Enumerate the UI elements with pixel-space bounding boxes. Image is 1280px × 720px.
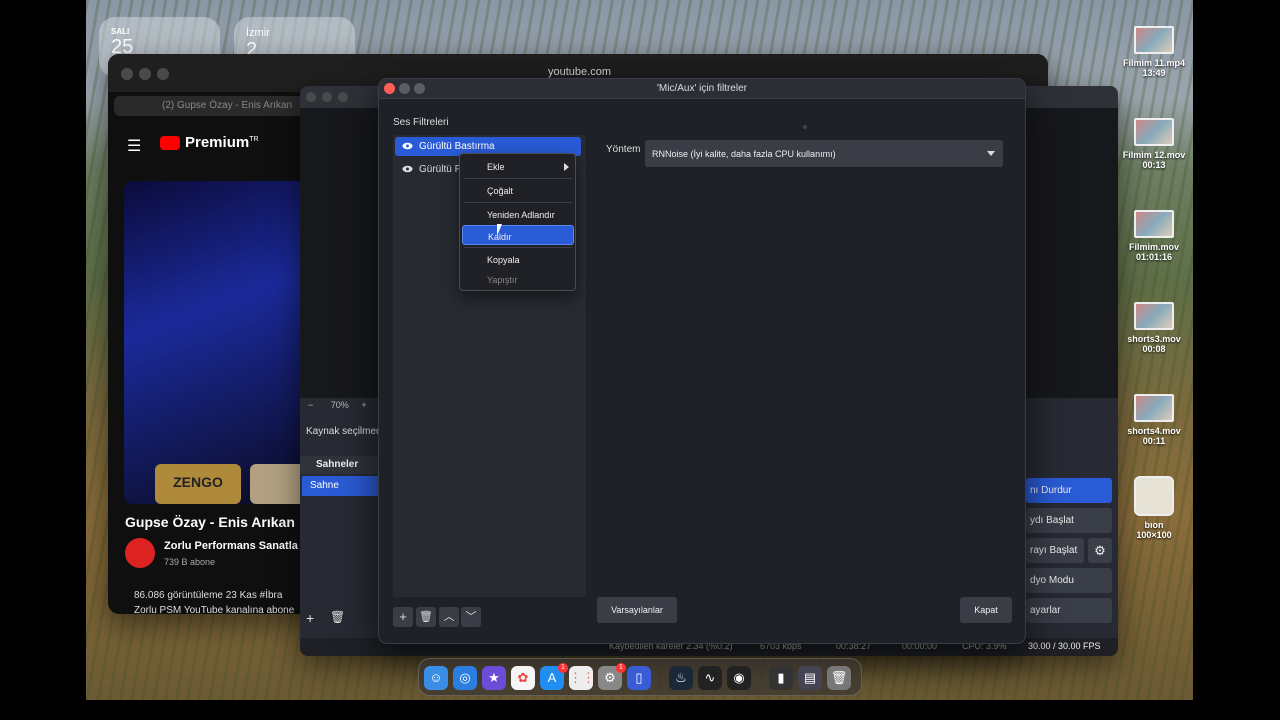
video-file-icon (1134, 394, 1174, 422)
obs-close-dot[interactable] (306, 92, 316, 102)
steam-icon[interactable]: ♨ (669, 666, 693, 690)
studio-mode-button[interactable]: dyo Modu (1026, 568, 1112, 593)
start-recording-button[interactable]: ydı Başlat (1026, 508, 1112, 533)
finder-icon[interactable]: ☺ (424, 666, 448, 690)
dock: ☺ ◎ ★ ✿ A1 ⋮⋮ ⚙ 1 ▯ ♨ ∿ ◉ ▮ ▤ 🗑 (418, 658, 862, 696)
filter-name: Gürültü F (419, 164, 461, 175)
method-value: RNNoise (İyi kalite, daha fazla CPU kull… (652, 149, 836, 159)
defaults-button[interactable]: Varsayılanlar (597, 597, 677, 623)
audio-app-icon[interactable]: ∿ (698, 666, 722, 690)
photos-icon[interactable]: ✿ (511, 666, 535, 690)
calendar-day: SALI (111, 27, 130, 36)
menu-item-rename[interactable]: Yeniden Adlandır (462, 204, 574, 224)
view-count: 86.086 görüntüleme 23 Kas #İbra (134, 590, 283, 601)
gear-icon[interactable]: ⚙ (1088, 538, 1112, 563)
video-title: Gupse Özay - Enis Arıkan (125, 514, 295, 530)
settings-icon[interactable]: ⚙ 1 (598, 663, 626, 690)
video-description[interactable]: Zorlu PSM YouTube kanalına abone (134, 605, 294, 614)
zoom-level: 70% (330, 400, 349, 410)
video-player[interactable] (124, 181, 314, 504)
browser-zoom-dot[interactable] (157, 68, 169, 80)
method-select[interactable]: RNNoise (İyi kalite, daha fazla CPU kull… (645, 140, 1003, 167)
menu-separator (464, 178, 572, 179)
filter-name: Gürültü Bastırma (419, 141, 495, 152)
settings-button[interactable]: ayarlar (1026, 598, 1112, 623)
scene-item[interactable]: Sahne (302, 476, 378, 496)
zoom-in-button[interactable]: + (361, 400, 366, 410)
downloads-icon[interactable]: ▤ (798, 666, 822, 690)
apps-grid-icon[interactable]: ⋮⋮ (569, 666, 595, 690)
audio-filters-label: Ses Filtreleri (393, 117, 449, 128)
youtube-logo-icon[interactable] (160, 136, 180, 150)
trash-icon[interactable]: 🗑 (827, 666, 851, 690)
desktop-file[interactable]: Filmim.mov 01:01:16 (1118, 210, 1190, 262)
eye-icon[interactable] (402, 142, 413, 150)
channel-name[interactable]: Zorlu Performans Sanatla (164, 540, 298, 552)
add-filter-button[interactable]: + (393, 607, 413, 627)
notification-badge: 1 (558, 663, 568, 673)
browser-close-dot[interactable] (121, 68, 133, 80)
menu-item-duplicate[interactable]: Çoğalt (462, 180, 574, 200)
obs-zoom-dot[interactable] (338, 92, 348, 102)
chevron-right-icon (564, 163, 569, 171)
app-store-icon[interactable]: A1 (540, 663, 568, 690)
menu-item-paste: Yapıştır (487, 275, 518, 285)
safari-icon[interactable]: ◎ (453, 666, 477, 690)
desktop-file[interactable]: shorts4.mov 00:11 (1118, 394, 1190, 446)
menu-separator (464, 247, 572, 248)
menu-item-remove[interactable]: Kaldır (462, 225, 574, 245)
source-bar: Kaynak seçilmedi (306, 426, 384, 437)
phone-mirror-icon[interactable]: ▮ (769, 666, 793, 690)
youtube-brand[interactable]: PremiumTR (185, 134, 259, 151)
add-scene-button[interactable]: + (306, 610, 314, 626)
url-bar[interactable]: youtube.com (548, 66, 611, 78)
method-label: Yöntem (606, 144, 641, 155)
browser-tab[interactable]: (2) Gupse Özay - Enis Arıkan (114, 96, 314, 116)
video-file-icon (1134, 26, 1174, 54)
related-thumbnail[interactable]: ZENGO (155, 464, 241, 504)
chevron-down-icon (987, 151, 995, 156)
notification-badge: 1 (616, 663, 626, 673)
move-down-icon[interactable]: ﹀ (461, 607, 481, 627)
zoom-control[interactable]: − 70% + (308, 400, 367, 410)
remove-scene-icon[interactable]: 🗑 (330, 610, 345, 624)
move-up-icon[interactable]: ︿ (439, 607, 459, 627)
desktop-file[interactable]: Filmim 11.mp4 13:49 (1118, 26, 1190, 78)
dialog-title: 'Mic/Aux' için filtreler (657, 83, 747, 94)
zoom-out-button[interactable]: − (308, 400, 313, 410)
channel-avatar[interactable] (125, 538, 155, 568)
menu-separator (464, 202, 572, 203)
virtual-camera-button[interactable]: rayı Başlat (1026, 538, 1084, 563)
browser-min-dot[interactable] (139, 68, 151, 80)
obs-min-dot[interactable] (322, 92, 332, 102)
desktop-file[interactable]: Filmim 12.mov 00:13 (1118, 118, 1190, 170)
video-file-icon (1134, 302, 1174, 330)
launchpad-icon[interactable]: ★ (482, 666, 506, 690)
notes-app-icon[interactable]: ▯ (627, 666, 651, 690)
subscriber-count: 739 B abone (164, 557, 216, 567)
video-file-icon (1134, 118, 1174, 146)
video-file-icon (1134, 210, 1174, 238)
fps: 30.00 / 30.00 FPS (1028, 641, 1101, 651)
image-file-icon (1134, 476, 1174, 516)
stop-stream-button[interactable]: nı Durdur (1026, 478, 1112, 503)
context-menu: Ekle Çoğalt Yeniden Adlandır Kaldır Kopy… (459, 153, 576, 291)
menu-icon[interactable]: ☰ (127, 136, 141, 156)
mouse-cursor (497, 224, 507, 236)
divider-dot (803, 125, 807, 129)
menu-item-add[interactable]: Ekle (462, 156, 574, 176)
desktop-file[interactable]: bıon 100×100 (1118, 476, 1190, 540)
remove-filter-icon[interactable]: 🗑 (416, 607, 436, 627)
dialog-titlebar: 'Mic/Aux' için filtreler (379, 79, 1025, 99)
weather-city: İzmir (246, 27, 270, 39)
eye-icon[interactable] (402, 165, 413, 173)
obs-icon[interactable]: ◉ (727, 666, 751, 690)
desktop-file[interactable]: shorts3.mov 00:08 (1118, 302, 1190, 354)
scenes-header: Sahneler (300, 456, 378, 474)
close-button[interactable]: Kapat (960, 597, 1012, 623)
menu-item-copy[interactable]: Kopyala (462, 249, 574, 269)
